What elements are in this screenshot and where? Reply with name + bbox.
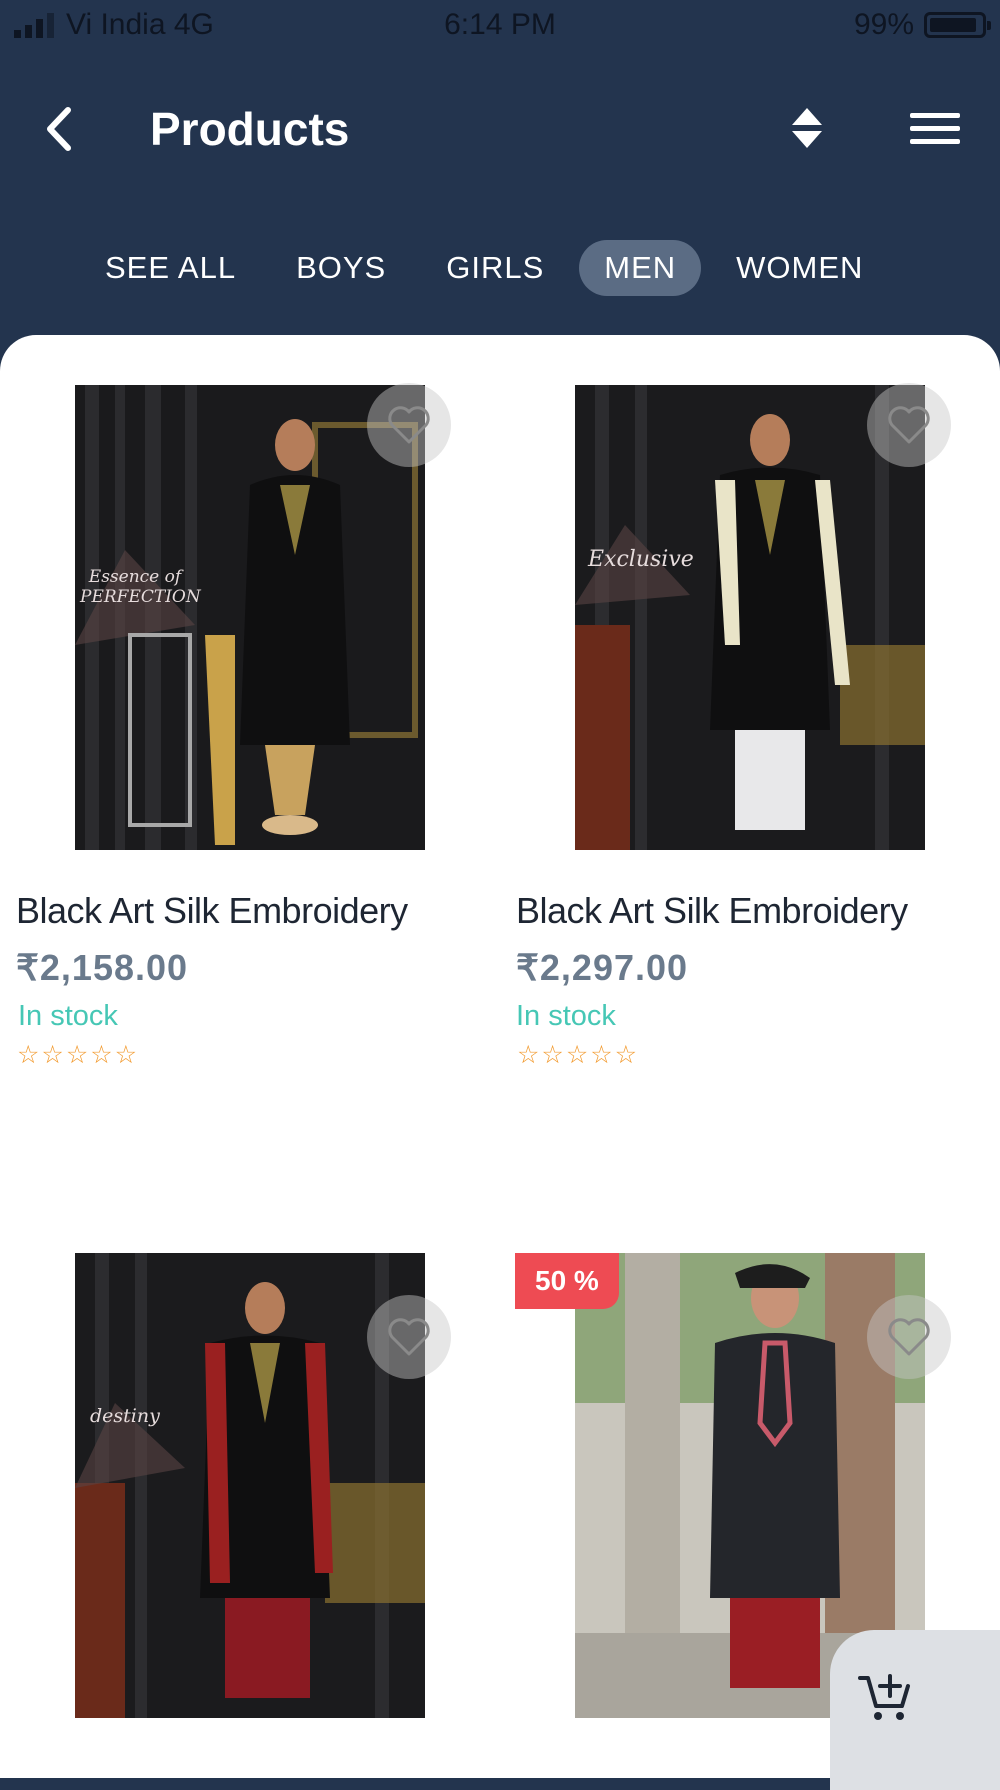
product-image[interactable] [75, 385, 425, 850]
rating-stars: ☆☆☆☆☆ [517, 1041, 640, 1069]
sort-button[interactable] [790, 106, 824, 150]
product-watermark: Exclusive [588, 547, 694, 572]
hamburger-menu-icon [910, 113, 960, 144]
favorite-button[interactable] [867, 1295, 951, 1379]
tab-see-all[interactable]: SEE ALL [80, 240, 261, 296]
page-title: Products [150, 103, 350, 155]
status-right: 99% [853, 8, 991, 42]
app-header: Products [0, 60, 1000, 200]
sort-icon [792, 108, 822, 148]
add-to-cart-button[interactable] [830, 1630, 1000, 1790]
favorite-button[interactable] [867, 383, 951, 467]
heart-icon [888, 406, 930, 444]
discount-badge: 50 % [515, 1253, 619, 1309]
status-bar: Vi India 4G 6:14 PM 99% [0, 0, 1000, 56]
battery-icon [924, 12, 991, 38]
product-price: ₹2,158.00 [16, 947, 189, 988]
product-name[interactable]: Black Art Silk Embroidery [16, 890, 408, 932]
add-to-cart-icon [858, 1674, 910, 1720]
tab-men[interactable]: MEN [579, 240, 702, 296]
status-time: 6:14 PM [444, 8, 556, 41]
favorite-button[interactable] [367, 1295, 451, 1379]
product-name[interactable]: Black Art Silk Embroidery [516, 890, 908, 932]
battery-percent: 99% [853, 8, 914, 41]
heart-icon [888, 1318, 930, 1356]
product-image[interactable] [575, 385, 925, 850]
chevron-left-icon [47, 107, 71, 151]
product-grid: Essence of PERFECTION Black Art Silk Emb… [0, 335, 1000, 1778]
tab-girls[interactable]: GIRLS [421, 240, 569, 296]
menu-button[interactable] [910, 112, 960, 146]
heart-icon [388, 406, 430, 444]
heart-icon [388, 1318, 430, 1356]
product-price: ₹2,297.00 [516, 947, 689, 988]
back-button[interactable] [40, 104, 80, 154]
stock-status: In stock [516, 1000, 616, 1032]
rating-stars: ☆☆☆☆☆ [17, 1041, 140, 1069]
tab-women[interactable]: WOMEN [711, 240, 888, 296]
tab-boys[interactable]: BOYS [271, 240, 411, 296]
category-tabs: SEE ALL BOYS GIRLS MEN WOMEN [80, 238, 888, 298]
stock-status: In stock [18, 1000, 118, 1032]
product-watermark: Essence of PERFECTION [80, 567, 201, 607]
favorite-button[interactable] [367, 383, 451, 467]
product-watermark: destiny [90, 1405, 160, 1427]
